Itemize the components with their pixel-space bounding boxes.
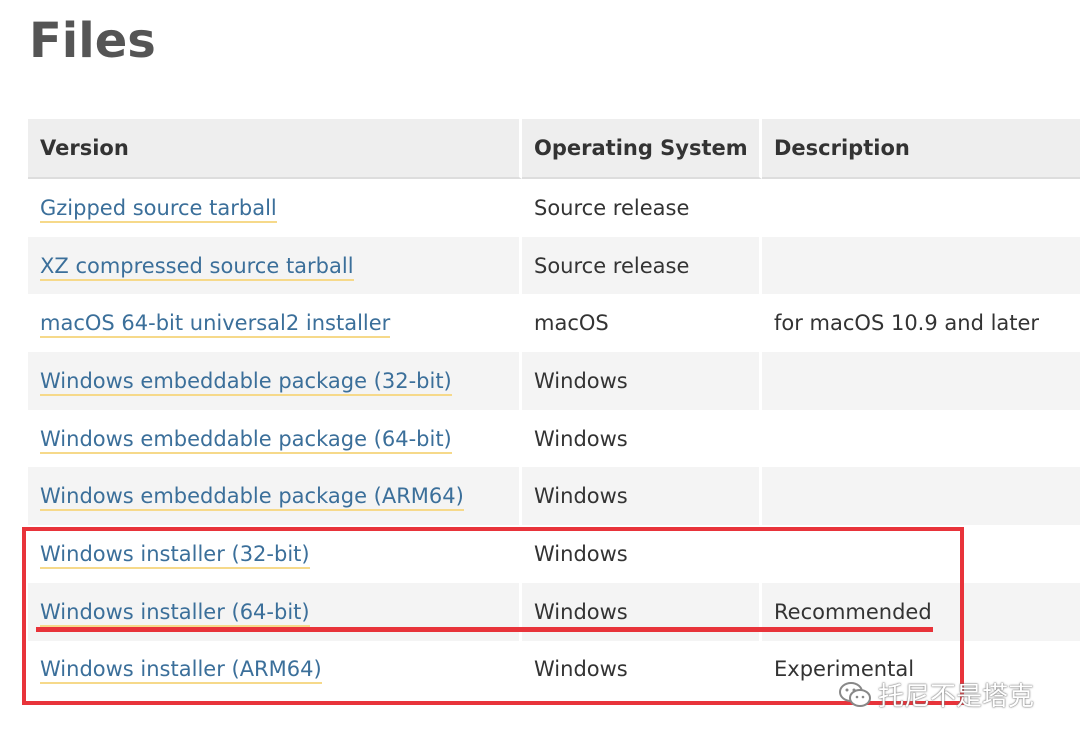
page-title: Files: [29, 13, 156, 69]
table-row: Windows embeddable package (32-bit) Wind…: [28, 352, 1080, 410]
table-header-row: Version Operating System Description: [28, 119, 1080, 179]
table-row: Windows installer (64-bit) Windows Recom…: [28, 582, 1080, 641]
os-cell: Windows: [522, 640, 762, 699]
download-link-gzipped-source-tarball[interactable]: Gzipped source tarball: [40, 195, 277, 223]
os-cell: Source release: [522, 179, 762, 237]
table-row: Windows embeddable package (ARM64) Windo…: [28, 467, 1080, 526]
version-cell: macOS 64-bit universal2 installer: [28, 294, 522, 353]
version-cell: Windows embeddable package (32-bit): [28, 352, 522, 410]
version-cell: Windows installer (ARM64): [28, 640, 522, 699]
version-cell: Windows installer (64-bit): [28, 582, 522, 641]
description-cell: [762, 236, 1080, 295]
os-cell: Source release: [522, 236, 762, 295]
download-link-windows-embeddable-64bit[interactable]: Windows embeddable package (64-bit): [40, 426, 452, 454]
version-cell: XZ compressed source tarball: [28, 236, 522, 295]
version-cell: Windows embeddable package (ARM64): [28, 467, 522, 526]
description-cell: Experimental: [762, 640, 1080, 699]
version-cell: Windows embeddable package (64-bit): [28, 409, 522, 468]
os-cell: Windows: [522, 352, 762, 410]
description-cell: [762, 409, 1080, 468]
description-cell: [762, 352, 1080, 410]
os-cell: Windows: [522, 409, 762, 468]
description-cell: [762, 525, 1080, 583]
download-link-windows-installer-32bit[interactable]: Windows installer (32-bit): [40, 541, 310, 569]
table-row: Windows installer (ARM64) Windows Experi…: [28, 640, 1080, 699]
table-row: Windows installer (32-bit) Windows: [28, 525, 1080, 583]
download-link-windows-embeddable-32bit[interactable]: Windows embeddable package (32-bit): [40, 368, 452, 396]
table-row: XZ compressed source tarball Source rele…: [28, 236, 1080, 295]
download-link-windows-installer-64bit[interactable]: Windows installer (64-bit): [40, 599, 310, 627]
column-header-operating-system: Operating System: [522, 119, 762, 179]
download-link-xz-source-tarball[interactable]: XZ compressed source tarball: [40, 253, 354, 281]
download-link-macos-installer[interactable]: macOS 64-bit universal2 installer: [40, 311, 391, 339]
column-header-version: Version: [28, 119, 522, 179]
table-row: Gzipped source tarball Source release: [28, 179, 1080, 237]
description-cell: [762, 467, 1080, 526]
download-link-windows-embeddable-arm64[interactable]: Windows embeddable package (ARM64): [40, 484, 464, 512]
description-cell: [762, 179, 1080, 237]
table-row: macOS 64-bit universal2 installer macOS …: [28, 294, 1080, 353]
download-link-windows-installer-arm64[interactable]: Windows installer (ARM64): [40, 657, 322, 685]
os-cell: Windows: [522, 582, 762, 641]
column-header-description: Description: [762, 119, 1080, 179]
version-cell: Windows installer (32-bit): [28, 525, 522, 583]
os-cell: macOS: [522, 294, 762, 353]
os-cell: Windows: [522, 525, 762, 583]
os-cell: Windows: [522, 467, 762, 526]
description-cell: Recommended: [762, 582, 1080, 641]
description-cell: for macOS 10.9 and later: [762, 294, 1080, 353]
files-table: Version Operating System Description Gzi…: [28, 119, 1080, 699]
table-row: Windows embeddable package (64-bit) Wind…: [28, 409, 1080, 468]
version-cell: Gzipped source tarball: [28, 179, 522, 237]
